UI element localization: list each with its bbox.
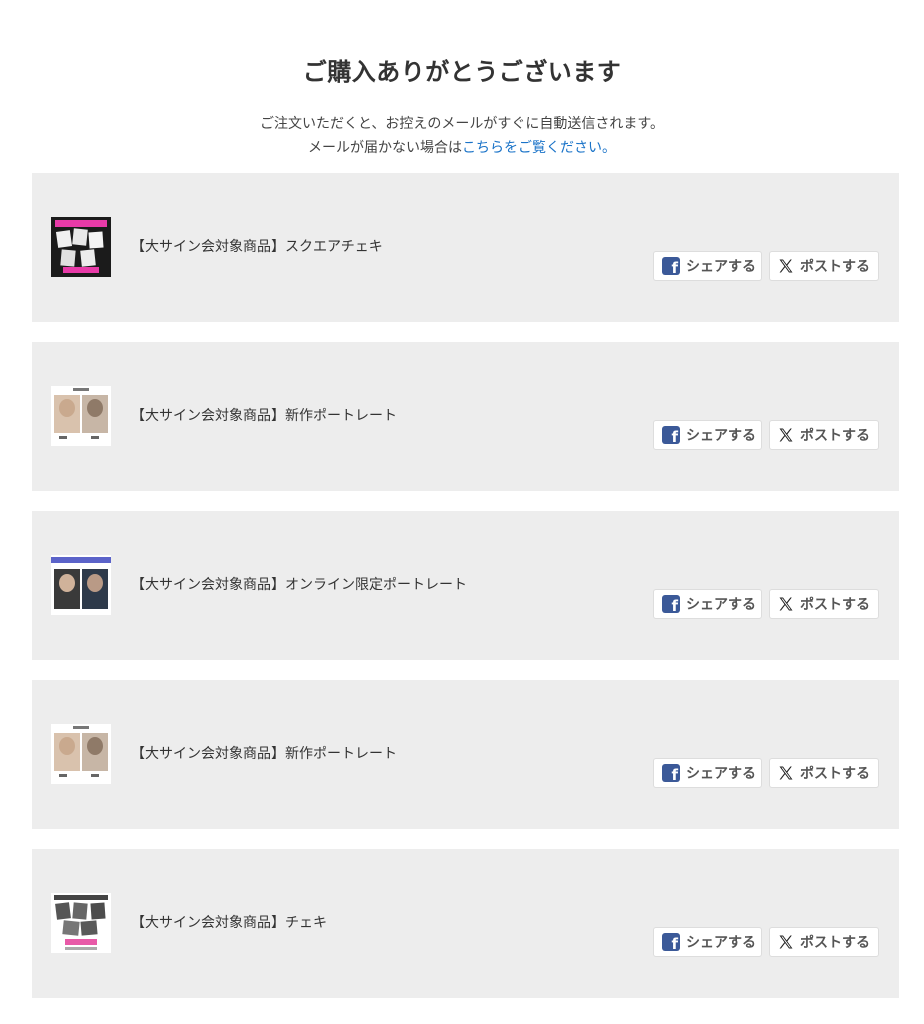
x-post-label: ポストする [800, 428, 870, 444]
facebook-icon: f [662, 595, 680, 614]
product-name: 【大サイン会対象商品】スクエアチェキ [131, 239, 383, 255]
facebook-share-label: シェアする [686, 935, 756, 951]
product-name: 【大サイン会対象商品】新作ポートレート [131, 408, 397, 424]
facebook-share-label: シェアする [686, 428, 756, 444]
order-item: 【大サイン会対象商品】新作ポートレート f シェアする ポストする [32, 680, 899, 829]
purchase-notice: ご注文いただくと、お控えのメールがすぐに自動送信されます。 メールが届かない場合… [0, 112, 924, 160]
x-post-label: ポストする [800, 935, 870, 951]
product-thumbnail[interactable] [51, 217, 111, 277]
x-logo-icon [779, 428, 793, 442]
facebook-share-label: シェアする [686, 597, 756, 613]
product-thumbnail[interactable] [51, 555, 111, 615]
x-logo-icon [779, 766, 793, 780]
product-name: 【大サイン会対象商品】チェキ [131, 915, 327, 931]
x-logo-icon [779, 259, 793, 273]
facebook-icon: f [662, 257, 680, 276]
facebook-icon: f [662, 933, 680, 952]
product-name: 【大サイン会対象商品】新作ポートレート [131, 746, 397, 762]
x-post-label: ポストする [800, 766, 870, 782]
facebook-share-button[interactable]: f シェアする [653, 420, 762, 450]
facebook-share-button[interactable]: f シェアする [653, 251, 762, 281]
order-item: 【大サイン会対象商品】チェキ f シェアする ポストする [32, 849, 899, 998]
x-logo-icon [779, 935, 793, 949]
product-thumbnail[interactable] [51, 893, 111, 953]
x-post-label: ポストする [800, 259, 870, 275]
order-list: 【大サイン会対象商品】スクエアチェキ f シェアする ポストする 【大サイン会対… [32, 173, 899, 1018]
product-name: 【大サイン会対象商品】オンライン限定ポートレート [131, 577, 467, 593]
order-item: 【大サイン会対象商品】新作ポートレート f シェアする ポストする [32, 342, 899, 491]
facebook-icon: f [662, 764, 680, 783]
notice-line-2-text: メールが届かない場合は [308, 140, 462, 156]
facebook-share-button[interactable]: f シェアする [653, 589, 762, 619]
order-item: 【大サイン会対象商品】スクエアチェキ f シェアする ポストする [32, 173, 899, 322]
email-help-link[interactable]: こちらをご覧ください。 [462, 140, 616, 156]
product-thumbnail[interactable] [51, 724, 111, 784]
x-logo-icon [779, 597, 793, 611]
order-item: 【大サイン会対象商品】オンライン限定ポートレート f シェアする ポストする [32, 511, 899, 660]
notice-line-2: メールが届かない場合はこちらをご覧ください。 [0, 136, 924, 160]
product-thumbnail[interactable] [51, 386, 111, 446]
x-post-button[interactable]: ポストする [769, 251, 879, 281]
facebook-icon: f [662, 426, 680, 445]
x-post-button[interactable]: ポストする [769, 589, 879, 619]
facebook-share-label: シェアする [686, 259, 756, 275]
x-post-button[interactable]: ポストする [769, 420, 879, 450]
x-post-label: ポストする [800, 597, 870, 613]
facebook-share-label: シェアする [686, 766, 756, 782]
x-post-button[interactable]: ポストする [769, 927, 879, 957]
x-post-button[interactable]: ポストする [769, 758, 879, 788]
page-title: ご購入ありがとうございます [302, 58, 622, 86]
facebook-share-button[interactable]: f シェアする [653, 758, 762, 788]
facebook-share-button[interactable]: f シェアする [653, 927, 762, 957]
notice-line-1: ご注文いただくと、お控えのメールがすぐに自動送信されます。 [259, 116, 665, 132]
